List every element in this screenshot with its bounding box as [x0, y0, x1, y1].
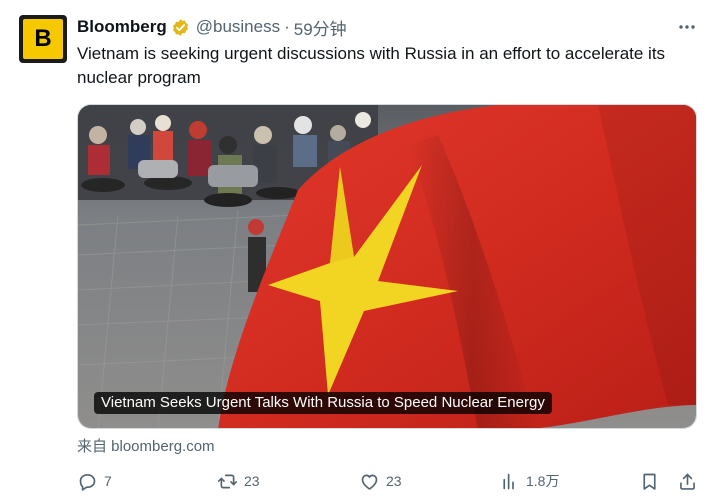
share-button[interactable] — [677, 468, 698, 494]
like-button[interactable]: 23 — [359, 468, 402, 494]
avatar[interactable]: B — [19, 15, 67, 63]
like-count: 23 — [386, 473, 402, 489]
separator: · — [284, 17, 290, 36]
more-dots-icon — [679, 25, 695, 29]
share-upload-icon — [680, 473, 695, 490]
bookmark-button[interactable] — [639, 468, 660, 494]
handle[interactable]: @business — [196, 17, 280, 37]
speech-bubble-icon — [79, 473, 96, 491]
card-image — [78, 105, 696, 428]
verified-badge-icon[interactable] — [171, 18, 190, 37]
reply-count: 7 — [104, 473, 112, 489]
repost-arrows-icon — [217, 474, 238, 488]
link-card[interactable]: Vietnam Seeks Urgent Talks With Russia t… — [77, 104, 697, 429]
timestamp[interactable]: 59分钟 — [294, 15, 347, 40]
bookmark-icon — [643, 473, 656, 490]
heart-icon — [361, 474, 378, 490]
views-count: 1.8万 — [526, 473, 560, 489]
more-button[interactable] — [676, 16, 698, 38]
display-name[interactable]: Bloomberg — [77, 17, 167, 37]
repost-count: 23 — [244, 473, 260, 489]
bar-chart-icon — [503, 473, 514, 489]
card-title: Vietnam Seeks Urgent Talks With Russia t… — [94, 392, 552, 414]
tweet-header: Bloomberg @business · 59分钟 — [77, 15, 347, 40]
reply-button[interactable]: 7 — [77, 468, 112, 494]
card-source-link[interactable]: 来自 bloomberg.com — [77, 435, 215, 456]
avatar-logo: B — [23, 19, 63, 59]
action-bar: 7 23 23 1.8万 — [77, 468, 702, 494]
repost-button[interactable]: 23 — [217, 468, 260, 494]
tweet-text: Vietnam is seeking urgent discussions wi… — [77, 44, 666, 87]
tweet[interactable]: B Bloomberg @business · 59分钟 Vietnam is … — [0, 0, 715, 504]
views-button[interactable]: 1.8万 — [499, 468, 559, 494]
